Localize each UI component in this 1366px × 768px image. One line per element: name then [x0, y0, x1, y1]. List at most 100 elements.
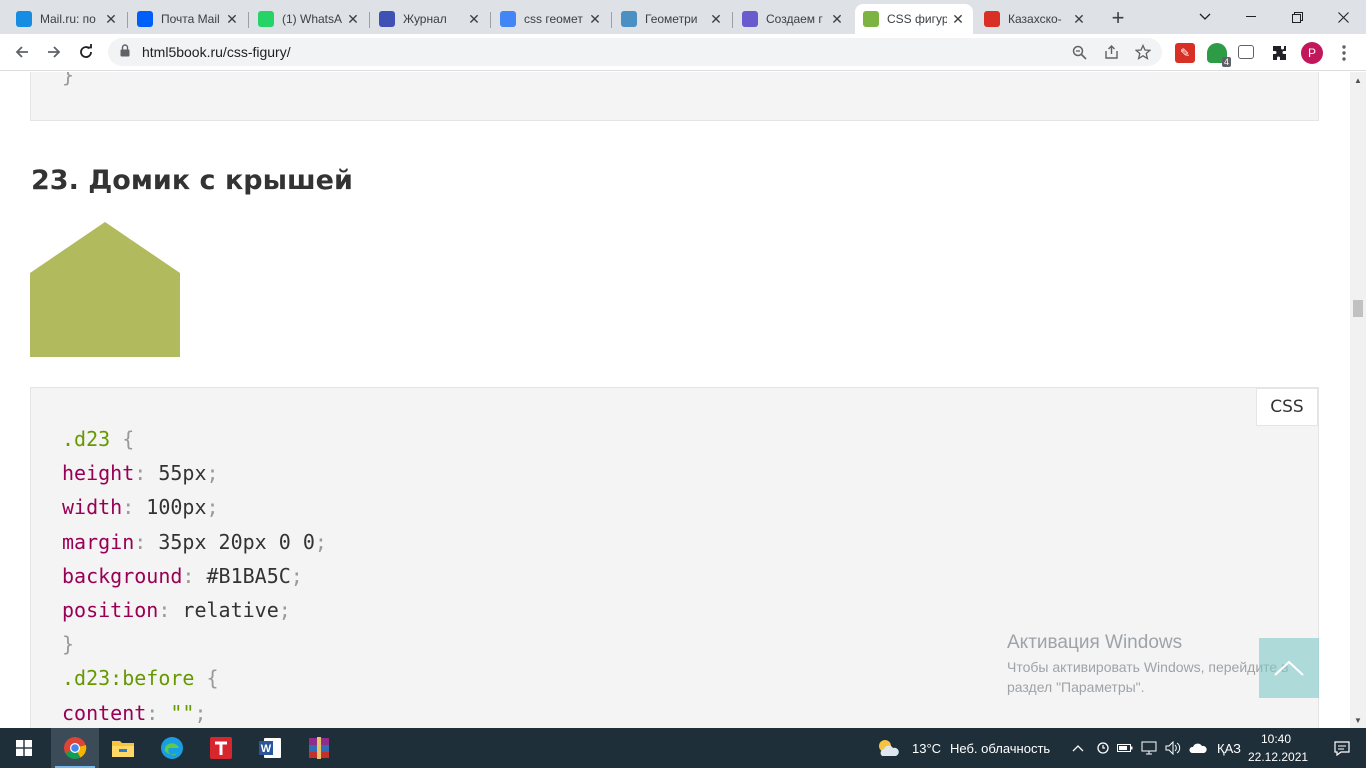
taskbar-edge[interactable] [148, 728, 196, 768]
scroll-thumb[interactable] [1353, 300, 1363, 317]
scroll-down-arrow-icon[interactable]: ▼ [1350, 712, 1366, 728]
tray-onedrive-icon[interactable] [1092, 728, 1114, 768]
code-token: position [62, 598, 159, 623]
tab-close-icon[interactable]: ✕ [588, 11, 602, 28]
arrow-left-icon [15, 46, 28, 58]
close-icon [1337, 11, 1349, 23]
tab-separator [611, 12, 612, 28]
tab-title: css геомет [524, 12, 583, 26]
code-line: .d23 { [62, 422, 327, 456]
code-token: { [110, 427, 135, 451]
code-token: .d23 [62, 427, 111, 451]
input-language[interactable]: ҚАЗ [1217, 728, 1241, 768]
weather-temp[interactable]: 13°C [912, 728, 941, 768]
tab-search-button[interactable] [1182, 0, 1228, 34]
code-line: margin: 35px 20px 0 0; [62, 525, 327, 559]
section-heading: 23. Домик с крышей [31, 165, 353, 196]
taskbar-chrome[interactable] [51, 728, 99, 768]
extension-red-icon[interactable]: ✎ [1175, 43, 1195, 63]
code-line: width: 100px; [62, 490, 327, 524]
tab-close-icon[interactable]: ✕ [225, 11, 239, 28]
clock-date: 22.12.2021 [1248, 750, 1309, 764]
bookmark-star-icon[interactable] [1134, 43, 1152, 61]
weather-description[interactable]: Неб. облачность [950, 728, 1050, 768]
journal-icon [379, 11, 395, 27]
code-token: } [62, 632, 75, 657]
code-token: background [62, 563, 183, 588]
tab-9[interactable]: Казахско- ✕ [976, 4, 1094, 34]
system-clock[interactable]: 10:40 22.12.2021 [1248, 730, 1309, 766]
code-token: ; [290, 563, 303, 588]
restore-button[interactable] [1274, 0, 1320, 34]
tab-2[interactable]: Почта Mail ✕ [129, 4, 247, 34]
reload-button[interactable] [72, 38, 100, 66]
scroll-to-top-button[interactable] [1259, 638, 1319, 698]
weather-partly-cloudy-icon [879, 740, 899, 756]
mailru-icon [16, 11, 32, 27]
taskbar-winrar[interactable] [295, 728, 343, 768]
menu-kebab-icon[interactable] [1334, 43, 1354, 63]
tab-title: Журнал [403, 12, 447, 26]
zoom-icon[interactable] [1070, 43, 1088, 61]
profile-avatar[interactable]: P [1301, 42, 1323, 64]
arrow-right-icon [48, 46, 61, 58]
tab-4[interactable]: Журнал ✕ [371, 4, 489, 34]
start-button[interactable] [0, 728, 48, 768]
code-token: relative [170, 598, 279, 623]
activation-line1: Чтобы активировать Windows, перейдите в [1007, 659, 1289, 675]
tray-battery-icon[interactable] [1114, 728, 1136, 768]
forward-button[interactable] [40, 38, 68, 66]
notifications-icon[interactable] [1318, 728, 1366, 768]
chevron-up-icon [1274, 660, 1304, 676]
tab-close-icon[interactable]: ✕ [709, 11, 723, 28]
tab-3[interactable]: (1) WhatsA ✕ [250, 4, 368, 34]
scroll-up-arrow-icon[interactable]: ▲ [1350, 72, 1366, 88]
code-closing-brace: } [62, 72, 75, 87]
mail-envelope-icon [137, 11, 153, 27]
windows-logo-icon [16, 740, 32, 756]
tab-1[interactable]: Mail.ru: по ✕ [8, 4, 126, 34]
tab-8[interactable]: CSS фигур ✕ [855, 4, 973, 34]
windows-taskbar: W 13°C Неб. облачность ҚАЗ 10:40 22.12.2… [0, 728, 1366, 768]
code-token: content [62, 700, 147, 725]
taskbar-explorer[interactable] [99, 728, 147, 768]
back-button[interactable] [8, 38, 36, 66]
tray-cloud-icon[interactable] [1186, 728, 1210, 768]
tray-chevron-up-icon[interactable] [1066, 728, 1090, 768]
weather-widget[interactable] [868, 728, 908, 768]
taskbar-app-t[interactable] [197, 728, 245, 768]
share-icon[interactable] [1102, 43, 1120, 61]
tab-separator [369, 12, 370, 28]
code-token: 55px [146, 461, 207, 486]
tray-network-icon[interactable] [1138, 728, 1160, 768]
tab-title: CSS фигур [887, 12, 947, 26]
code-token: ; [314, 529, 327, 554]
tab-close-icon[interactable]: ✕ [830, 11, 844, 28]
tab-7[interactable]: Создаем г ✕ [734, 4, 852, 34]
extensions-puzzle-icon[interactable] [1270, 43, 1290, 63]
address-bar[interactable]: html5book.ru/css-figury/ [108, 38, 1162, 66]
lock-icon[interactable] [120, 44, 134, 60]
code-line: .d23:before { [62, 661, 327, 695]
tab-close-icon[interactable]: ✕ [346, 11, 360, 28]
tab-5[interactable]: css геомет ✕ [492, 4, 610, 34]
extension-shield-icon[interactable]: 4 [1207, 43, 1231, 67]
new-tab-button[interactable]: + [1104, 4, 1132, 32]
tab-close-icon[interactable]: ✕ [1072, 11, 1086, 28]
tab-title: (1) WhatsA [282, 12, 342, 26]
tab-title: Mail.ru: по [40, 12, 96, 26]
tab-close-icon[interactable]: ✕ [104, 11, 118, 28]
tray-volume-icon[interactable] [1162, 728, 1184, 768]
extension-grid-icon[interactable] [1238, 45, 1254, 59]
address-url[interactable]: html5book.ru/css-figury/ [142, 44, 291, 60]
page-scrollbar[interactable]: ▲ ▼ [1350, 72, 1366, 728]
tab-close-icon[interactable]: ✕ [467, 11, 481, 28]
tab-separator [248, 12, 249, 28]
tab-close-icon[interactable]: ✕ [951, 11, 965, 28]
tab-6[interactable]: Геометри ✕ [613, 4, 731, 34]
taskbar-word[interactable]: W [246, 728, 294, 768]
minimize-button[interactable] [1228, 0, 1274, 34]
close-window-button[interactable] [1320, 0, 1366, 34]
geometry-icon [621, 11, 637, 27]
code-line: position: relative; [62, 593, 327, 627]
